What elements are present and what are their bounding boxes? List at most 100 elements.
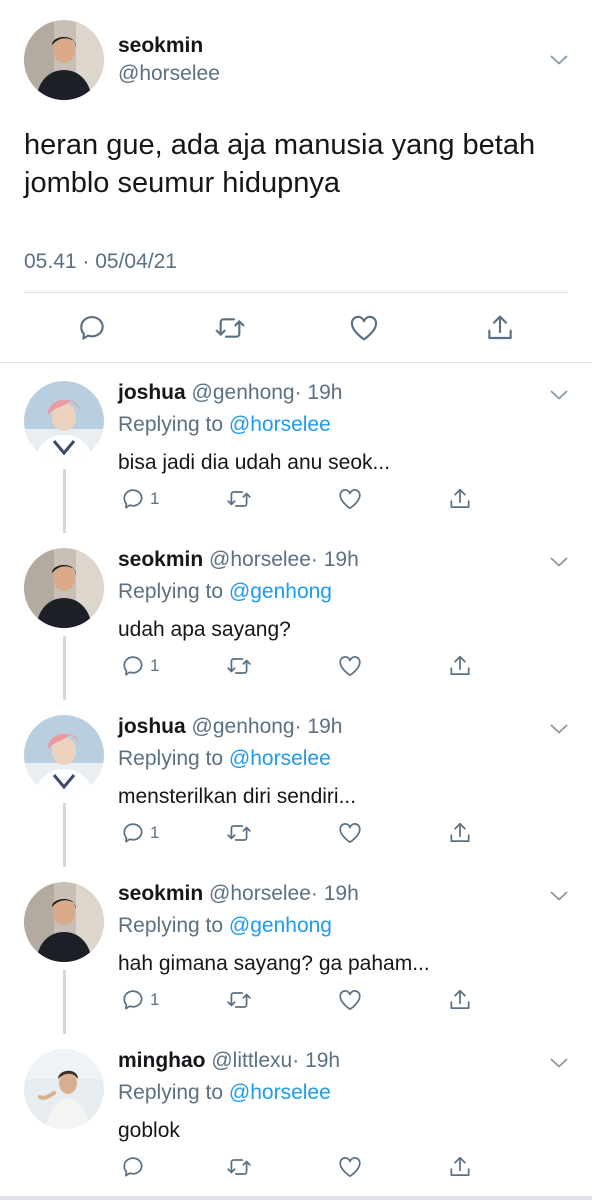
share-action[interactable] — [447, 1153, 473, 1181]
reply-icon[interactable] — [120, 820, 146, 846]
thread-line — [63, 636, 66, 700]
heart-icon[interactable] — [337, 1154, 363, 1180]
retweet-icon[interactable] — [226, 820, 252, 846]
author-name[interactable]: seokmin — [118, 34, 203, 58]
reply-icon[interactable] — [120, 1154, 146, 1180]
retweet-icon[interactable] — [226, 653, 252, 679]
main-tweet: seokmin @horselee heran gue, ada aja man… — [0, 0, 592, 362]
share-icon[interactable] — [447, 1154, 473, 1180]
author-handle[interactable]: @genhong — [192, 715, 295, 738]
author-name[interactable]: joshua — [118, 381, 186, 404]
retweet-action[interactable] — [226, 819, 252, 847]
mention-link[interactable]: @horselee — [229, 747, 331, 770]
avatar[interactable] — [24, 548, 104, 628]
reply-tweet[interactable]: seokmin @horselee· 19h Replying to @genh… — [0, 864, 592, 1034]
mention-link[interactable]: @horselee — [229, 413, 331, 436]
reply-icon[interactable] — [120, 653, 146, 679]
reply-action[interactable]: 1 — [120, 485, 159, 513]
reply-text: udah apa sayang? — [118, 618, 291, 641]
author-handle[interactable]: @genhong — [192, 381, 295, 404]
author-handle[interactable]: @littlexu — [211, 1049, 292, 1072]
reply-header: seokmin @horselee· 19h — [118, 882, 359, 906]
chevron-down-icon[interactable] — [550, 54, 568, 66]
share-action[interactable] — [447, 485, 473, 513]
reply-header: seokmin @horselee· 19h — [118, 548, 359, 572]
reply-text: goblok — [118, 1119, 180, 1142]
heart-icon[interactable] — [337, 987, 363, 1013]
avatar[interactable] — [24, 882, 104, 962]
replying-to-label: Replying to — [118, 580, 224, 603]
share-action[interactable] — [447, 986, 473, 1014]
reply-text: hah gimana sayang? ga paham... — [118, 952, 430, 975]
bottom-edge — [0, 1196, 592, 1200]
avatar[interactable] — [24, 715, 104, 795]
mention-link[interactable]: @genhong — [229, 914, 332, 937]
heart-icon[interactable] — [337, 653, 363, 679]
retweet-action[interactable] — [226, 652, 252, 680]
reply-icon[interactable] — [120, 987, 146, 1013]
share-icon[interactable] — [447, 987, 473, 1013]
reply-count: 1 — [150, 823, 160, 842]
mention-link[interactable]: @genhong — [229, 580, 332, 603]
reply-icon[interactable] — [120, 486, 146, 512]
chevron-down-icon[interactable] — [550, 389, 568, 401]
thread-line — [63, 469, 66, 533]
retweet-action[interactable] — [226, 485, 252, 513]
replying-to: Replying to @genhong — [118, 580, 332, 604]
reply-count: 1 — [150, 489, 160, 508]
reply-count: 1 — [150, 656, 160, 675]
replying-to-label: Replying to — [118, 413, 224, 436]
reply-action[interactable]: 1 — [120, 819, 159, 847]
reply-tweet[interactable]: joshua @genhong· 19h Replying to @horsel… — [0, 697, 592, 867]
reply-tweet[interactable]: joshua @genhong· 19h Replying to @horsel… — [0, 363, 592, 533]
reply-action[interactable]: 1 — [120, 986, 159, 1014]
like-action[interactable] — [337, 652, 363, 680]
share-icon[interactable] — [447, 653, 473, 679]
reply-action[interactable] — [120, 1153, 150, 1181]
like-action[interactable] — [337, 1153, 363, 1181]
retweet-icon[interactable] — [226, 987, 252, 1013]
heart-icon[interactable] — [337, 820, 363, 846]
replying-to: Replying to @horselee — [118, 1081, 331, 1105]
heart-icon[interactable] — [337, 486, 363, 512]
reply-header: joshua @genhong· 19h — [118, 381, 342, 405]
thread-line — [63, 970, 66, 1034]
tweet-timestamp[interactable]: 05.41 · 05/04/21 — [24, 250, 177, 274]
retweet-icon[interactable] — [226, 1154, 252, 1180]
reply-tweet[interactable]: minghao @littlexu· 19h Replying to @hors… — [0, 1031, 592, 1198]
author-handle[interactable]: @horselee — [118, 62, 220, 86]
retweet-action[interactable] — [226, 986, 252, 1014]
chevron-down-icon[interactable] — [550, 723, 568, 735]
reply-action[interactable]: 1 — [120, 652, 159, 680]
chevron-down-icon[interactable] — [550, 1057, 568, 1069]
retweet-icon[interactable] — [226, 486, 252, 512]
like-action[interactable] — [337, 819, 363, 847]
chevron-down-icon[interactable] — [550, 890, 568, 902]
replying-to: Replying to @horselee — [118, 413, 331, 437]
author-handle[interactable]: @horselee — [209, 548, 311, 571]
share-action[interactable] — [447, 819, 473, 847]
reply-count: 1 — [150, 990, 160, 1009]
avatar[interactable] — [24, 381, 104, 461]
author-name[interactable]: seokmin — [118, 882, 203, 905]
author-name[interactable]: minghao — [118, 1049, 206, 1072]
like-action[interactable] — [337, 986, 363, 1014]
author-name[interactable]: joshua — [118, 715, 186, 738]
share-icon[interactable] — [484, 312, 516, 344]
author-name[interactable]: seokmin — [118, 548, 203, 571]
share-icon[interactable] — [447, 486, 473, 512]
reply-tweet[interactable]: seokmin @horselee· 19h Replying to @genh… — [0, 530, 592, 700]
avatar[interactable] — [24, 20, 104, 100]
share-icon[interactable] — [447, 820, 473, 846]
retweet-action[interactable] — [226, 1153, 252, 1181]
reply-time: · 19h — [310, 882, 359, 905]
share-action[interactable] — [447, 652, 473, 680]
chevron-down-icon[interactable] — [550, 556, 568, 568]
reply-icon[interactable] — [76, 312, 108, 344]
heart-icon[interactable] — [348, 312, 380, 344]
author-handle[interactable]: @horselee — [209, 882, 311, 905]
retweet-icon[interactable] — [214, 312, 246, 344]
mention-link[interactable]: @horselee — [229, 1081, 331, 1104]
avatar[interactable] — [24, 1049, 104, 1129]
like-action[interactable] — [337, 485, 363, 513]
